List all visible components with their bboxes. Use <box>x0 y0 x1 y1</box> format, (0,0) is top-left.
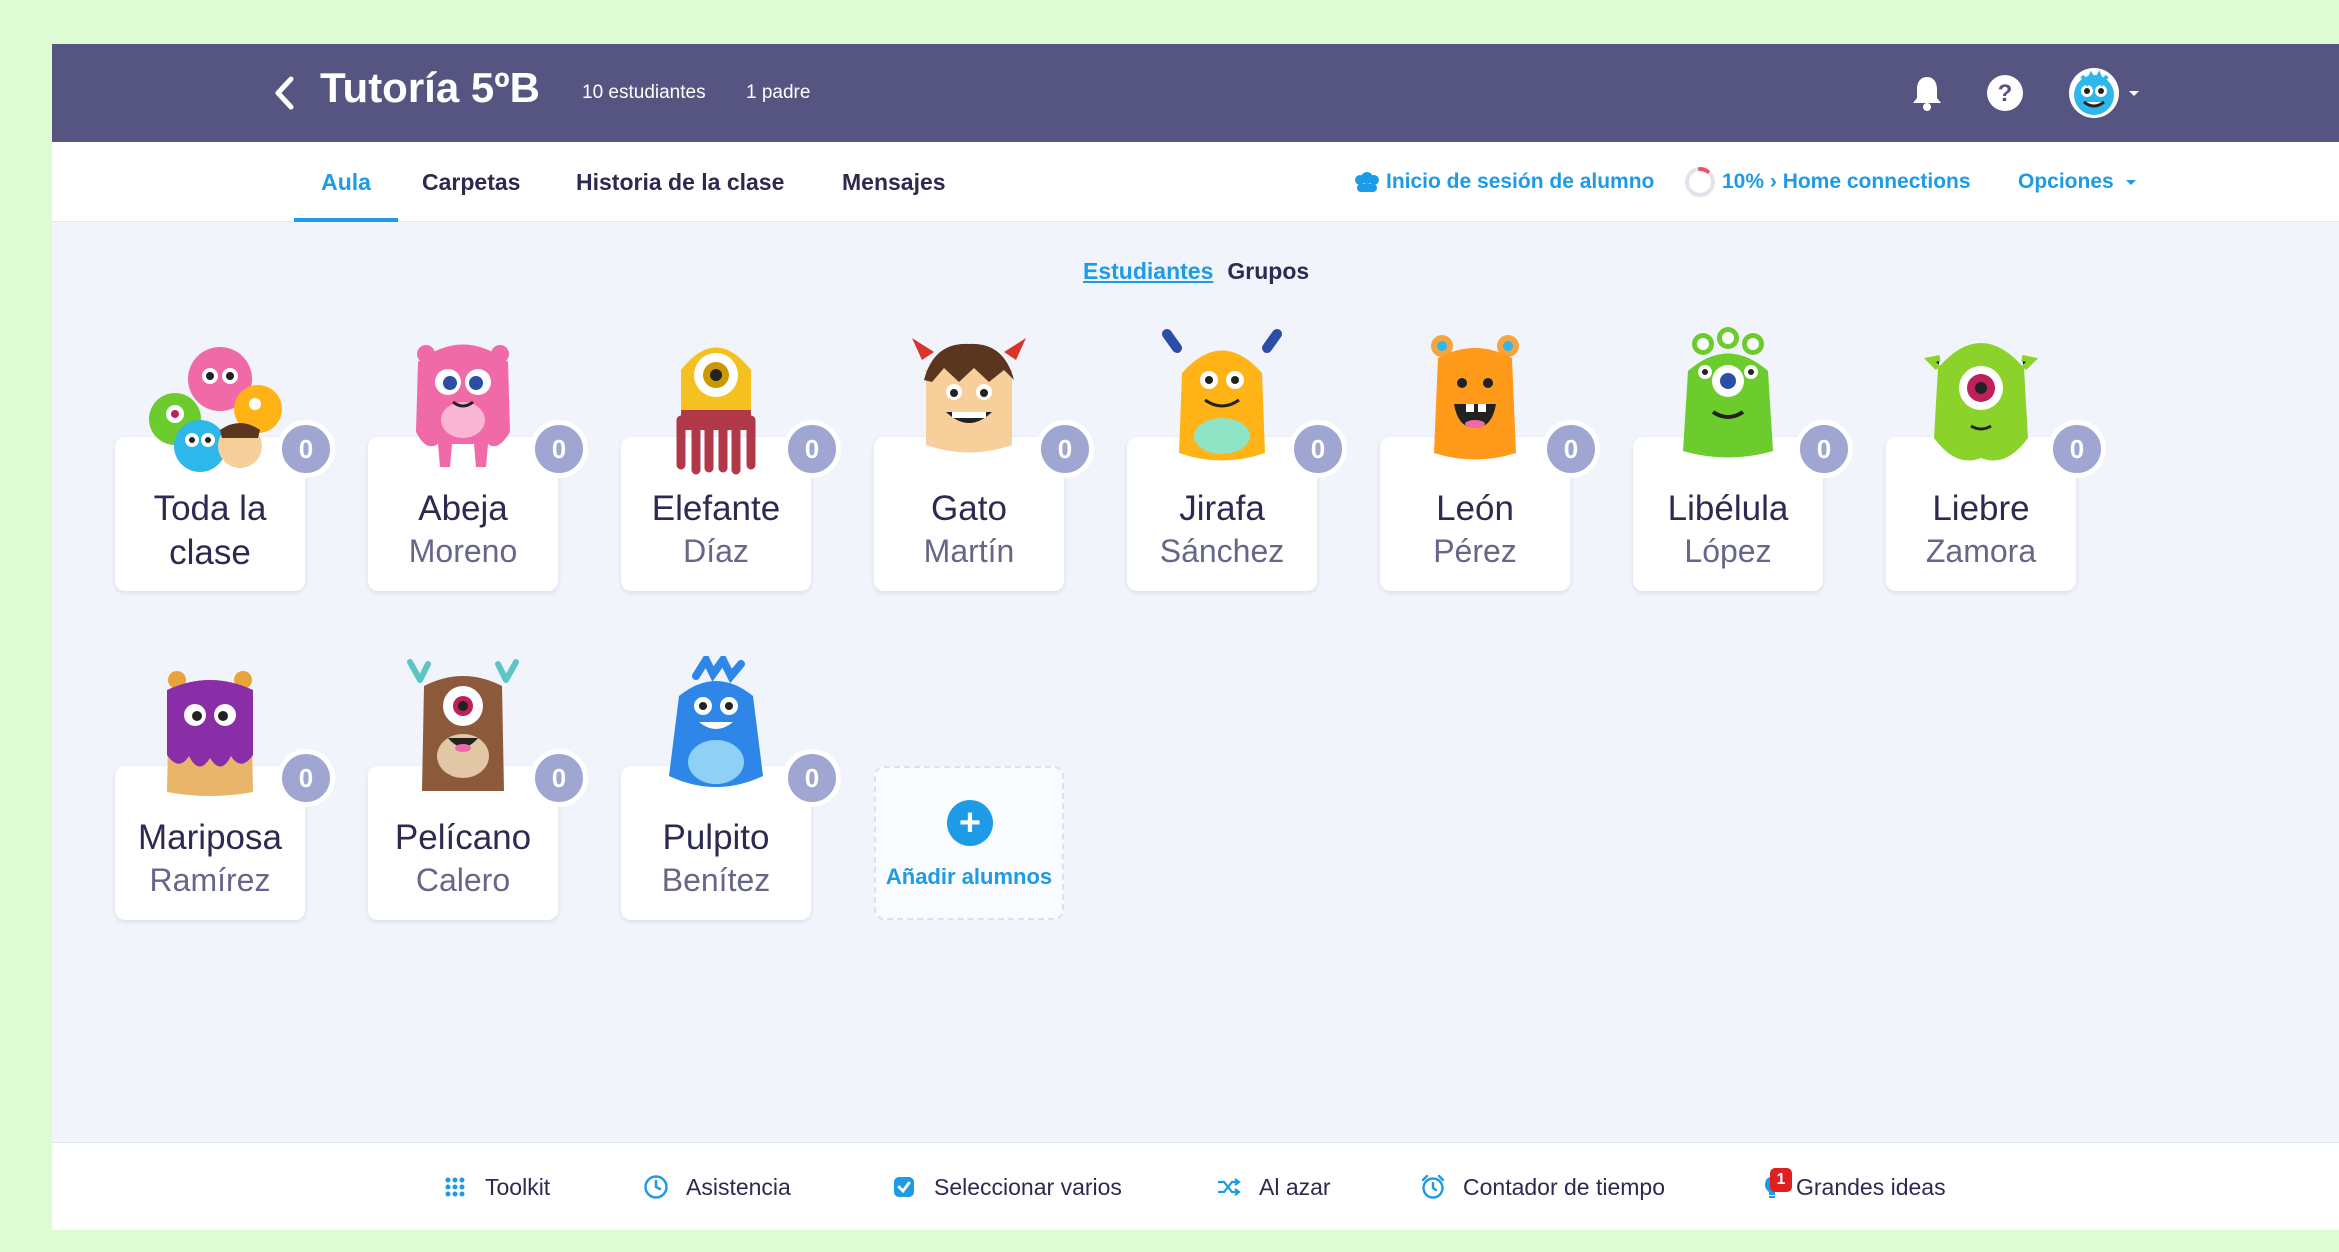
student-first-name: León <box>1436 489 1514 528</box>
notification-badge: 1 <box>1770 1168 1792 1192</box>
monster-avatar <box>1683 327 1773 458</box>
attendance-button[interactable]: Asistencia <box>642 1143 791 1230</box>
monster-avatar <box>167 671 253 796</box>
view-toggle: Estudiantes Grupos <box>1083 258 1309 285</box>
grid-icon <box>441 1173 469 1201</box>
monster-avatar <box>407 659 519 791</box>
options-label: Opciones <box>2018 170 2114 193</box>
caret-down-icon <box>2125 180 2136 185</box>
add-students-card[interactable]: + Añadir alumnos <box>874 766 1064 920</box>
tab-mensajes[interactable]: Mensajes <box>842 142 946 222</box>
tab-aula[interactable]: Aula <box>294 142 398 222</box>
parents-count[interactable]: 1 padre <box>746 82 810 104</box>
back-button[interactable] <box>264 71 304 115</box>
student-last-name: Sánchez <box>1159 533 1285 569</box>
student-last-name: Martín <box>923 533 1015 569</box>
students-count[interactable]: 10 estudiantes <box>582 82 706 104</box>
timer-label: Contador de tiempo <box>1463 1173 1666 1200</box>
monster-avatar <box>676 347 756 475</box>
header-bar: Tutoría 5ºB 10 estudiantes 1 padre ? <box>52 44 2339 142</box>
checkbox-icon <box>890 1173 918 1201</box>
home-connections-link[interactable]: 10% › Home connections <box>1684 142 1971 222</box>
classroom-app: Tutoría 5ºB 10 estudiantes 1 padre ? Aul… <box>52 44 2339 1230</box>
bell-icon <box>1913 77 1941 111</box>
progress-ring-icon <box>1685 167 1715 197</box>
monster-avatar <box>912 338 1026 453</box>
class-title[interactable]: Tutoría 5ºB <box>320 64 540 112</box>
students-icon <box>1355 172 1379 192</box>
whole-class-avatar <box>149 347 282 472</box>
points-badge: 0 <box>277 749 335 807</box>
points-badge: 0 <box>530 420 588 478</box>
select-multiple-button[interactable]: Seleccionar varios <box>890 1143 1122 1230</box>
student-last-name: Calero <box>415 862 511 898</box>
points-badge: 0 <box>1289 420 1347 478</box>
points-badge: 0 <box>1542 420 1600 478</box>
attendance-label: Asistencia <box>686 1173 791 1200</box>
shuffle-icon <box>1215 1173 1243 1201</box>
points-badge: 0 <box>530 749 588 807</box>
points-badge: 0 <box>277 420 335 478</box>
student-first-name: Gato <box>931 489 1007 528</box>
student-last-name: Zamora <box>1925 533 2037 569</box>
whole-class-line1: Toda la <box>153 489 267 528</box>
student-last-name: Moreno <box>408 533 518 569</box>
monster-avatar <box>416 344 510 467</box>
help-icon: ? <box>1987 75 2023 111</box>
alarm-clock-icon <box>1419 1173 1447 1201</box>
student-login-link[interactable]: Inicio de sesión de alumno <box>1352 142 1654 222</box>
tab-carpetas[interactable]: Carpetas <box>422 142 520 222</box>
random-button[interactable]: Al azar <box>1215 1143 1331 1230</box>
student-first-name: Libélula <box>1667 489 1789 528</box>
student-last-name: López <box>1684 533 1772 569</box>
notifications-button[interactable] <box>1902 68 1952 118</box>
big-ideas-button[interactable]: 1 Grandes ideas <box>1758 1143 1946 1230</box>
whole-class-line2: clase <box>169 533 251 572</box>
monster-avatar <box>1162 329 1282 461</box>
points-badge: 0 <box>783 749 841 807</box>
options-dropdown[interactable]: Opciones <box>2018 142 2138 222</box>
student-first-name: Jirafa <box>1179 489 1265 528</box>
student-last-name: Ramírez <box>149 862 271 898</box>
student-first-name: Elefante <box>651 489 781 528</box>
account-menu[interactable] <box>2062 68 2146 118</box>
chevron-down-icon <box>2129 91 2139 96</box>
toolkit-button[interactable]: Toolkit <box>441 1143 550 1230</box>
select-multiple-label: Seleccionar varios <box>934 1173 1122 1200</box>
points-badge: 0 <box>1795 420 1853 478</box>
lightbulb-icon: 1 <box>1758 1168 1792 1201</box>
svg-text:?: ? <box>1998 80 2013 107</box>
toolkit-label: Toolkit <box>485 1173 551 1200</box>
plus-icon: + <box>947 800 993 846</box>
chevron-left-icon <box>275 76 294 110</box>
student-login-label: Inicio de sesión de alumno <box>1386 170 1655 193</box>
points-badge: 0 <box>1036 420 1094 478</box>
student-first-name: Pulpito <box>662 818 770 857</box>
tab-historia[interactable]: Historia de la clase <box>576 142 784 222</box>
add-students-label: Añadir alumnos <box>885 864 1053 889</box>
toggle-groups[interactable]: Grupos <box>1227 258 1309 284</box>
toggle-students[interactable]: Estudiantes <box>1083 258 1213 284</box>
monster-avatar <box>669 656 763 787</box>
nav-bar: Aula Carpetas Historia de la clase Mensa… <box>52 142 2339 222</box>
student-first-name: Abeja <box>418 489 508 528</box>
points-badge: 0 <box>783 420 841 478</box>
student-last-name: Benítez <box>661 862 771 898</box>
monster-avatar <box>1431 335 1519 460</box>
student-first-name: Pelícano <box>394 818 532 857</box>
bottom-toolbar: Toolkit Asistencia Seleccionar varios Al… <box>52 1142 2339 1230</box>
home-connections-label: 10% › Home connections <box>1722 170 1971 193</box>
student-first-name: Liebre <box>1932 489 2030 528</box>
student-last-name: Díaz <box>683 533 749 569</box>
big-ideas-label: Grandes ideas <box>1796 1173 1946 1200</box>
student-first-name: Mariposa <box>138 818 282 857</box>
help-button[interactable]: ? <box>1980 68 2030 118</box>
random-label: Al azar <box>1259 1173 1331 1200</box>
timer-button[interactable]: Contador de tiempo <box>1419 1143 1665 1230</box>
student-last-name: Pérez <box>1433 533 1517 569</box>
points-badge: 0 <box>2048 420 2106 478</box>
avatar <box>2069 68 2119 118</box>
clock-icon <box>642 1173 670 1201</box>
monster-avatar <box>1923 343 2039 461</box>
